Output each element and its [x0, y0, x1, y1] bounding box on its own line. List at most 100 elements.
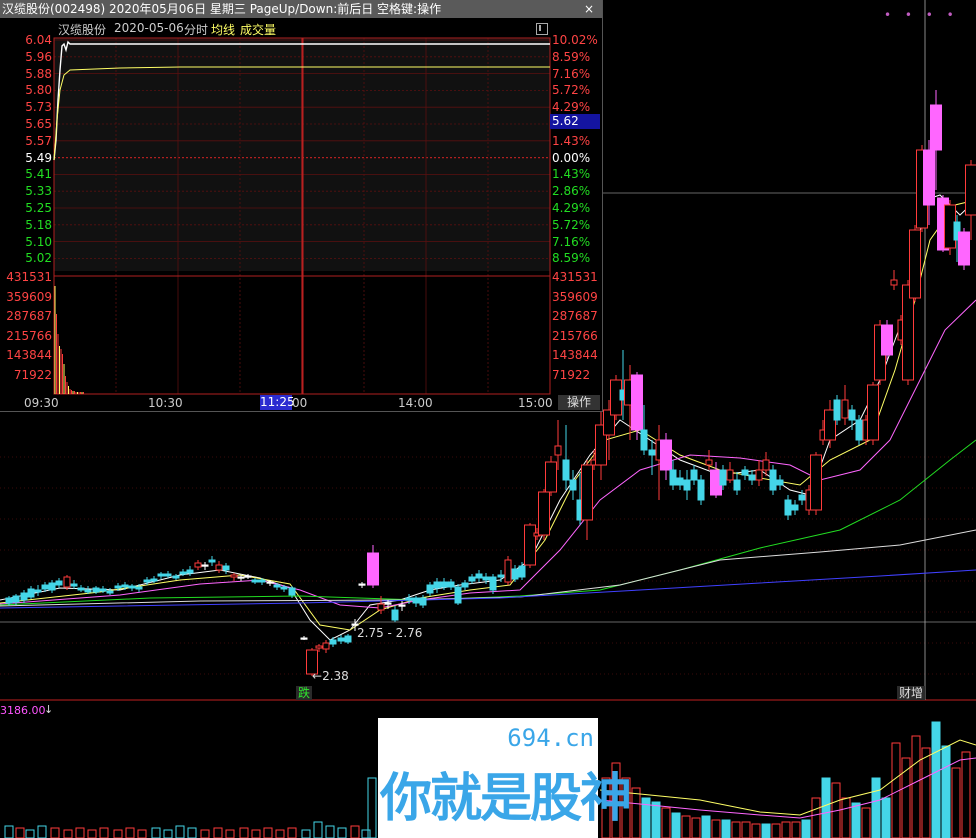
candlestick [511, 565, 519, 582]
time-label-0930: 09:30 [24, 396, 59, 410]
volume-bar [63, 829, 73, 838]
candlestick [683, 470, 691, 500]
volume-axis-label: 287687 [6, 309, 52, 324]
watermark: 694.cn 你就是股神 [378, 718, 632, 838]
candlestick [833, 395, 841, 425]
volume-bar [325, 825, 335, 838]
percent-axis-label: 5.72% [552, 83, 591, 98]
volume-bar [871, 777, 881, 838]
candlestick [329, 637, 337, 647]
candlestick [27, 586, 35, 599]
candlestick [391, 606, 399, 622]
candlestick [215, 561, 223, 573]
event-tag-right[interactable]: 财增 [897, 686, 926, 700]
candlestick [810, 452, 822, 515]
price-axis-label: 5.57 [25, 133, 52, 148]
volume-bar [661, 807, 671, 838]
stock-name: 汉缆股份 [58, 23, 107, 37]
candlestick [791, 500, 799, 515]
price-axis-label: 5.96 [25, 49, 52, 64]
candlestick [208, 556, 216, 566]
ma60-line [0, 529, 976, 607]
candlestick [569, 470, 577, 500]
chart-mode: 分时 [184, 23, 209, 37]
percent-axis-label: 8.59% [552, 251, 591, 266]
percent-axis-label: 7.16% [552, 66, 591, 81]
candlestick [251, 578, 259, 584]
intraday-popup[interactable]: 汉缆股份(002498) 2020年05月06日 星期三 PageUp/Down… [0, 0, 603, 412]
candlestick [426, 582, 434, 596]
volume-bar [701, 815, 711, 838]
volume-down-arrow-icon[interactable]: ↓ [44, 703, 53, 716]
intraday-chart [53, 37, 551, 395]
candlestick [55, 578, 63, 588]
candlestick [690, 465, 698, 485]
event-tag-left[interactable]: 跌 [296, 686, 313, 700]
volume-bar [881, 797, 891, 838]
volume-bar [15, 827, 25, 838]
candlestick [784, 495, 792, 520]
range-annotation: 2.75 - 2.76 [357, 626, 423, 640]
candlestick [581, 460, 593, 540]
volume-bar [175, 825, 185, 838]
candlestick [230, 573, 238, 581]
volume-axis-label: 71922 [13, 368, 52, 382]
volume-axis-label: 143844 [6, 348, 52, 363]
candlestick [475, 570, 483, 582]
candlestick [222, 563, 230, 574]
price-axis-label: 5.02 [25, 251, 52, 266]
candlestick [524, 523, 536, 568]
time-label-1030: 10:30 [148, 396, 183, 410]
percent-axis-label: 7.16% [552, 234, 591, 249]
volume-bar [931, 721, 941, 838]
candlestick [128, 584, 136, 591]
candlestick [367, 545, 379, 588]
volume-bar [711, 819, 721, 838]
volume-bar [811, 797, 821, 838]
volume-bar [37, 825, 47, 838]
percent-axis-label: 4.29% [552, 100, 591, 115]
volume-bar [50, 827, 60, 838]
candlestick [344, 634, 352, 644]
volume-bar [731, 821, 741, 838]
percent-axis-label: 1.43% [552, 167, 591, 182]
volume-bar [239, 827, 249, 838]
candlestick [201, 562, 209, 570]
candlestick [172, 574, 180, 580]
low-price-annotation: ←2.38 [312, 669, 349, 683]
volume-bar [251, 829, 261, 838]
volume-bar [75, 827, 85, 838]
volume-bar [25, 829, 35, 838]
percent-axis-label: 4.29% [552, 201, 591, 215]
panel-toggle-icon[interactable] [536, 23, 548, 35]
candlestick [726, 462, 734, 483]
candlestick [106, 588, 114, 595]
candlestick [164, 571, 172, 578]
current-price-box: 5.62 [550, 114, 600, 129]
volume-bar [771, 823, 781, 838]
avg-line-label: 均线 [211, 23, 236, 37]
volume-bar [275, 829, 285, 838]
operate-button[interactable]: 操作 [558, 395, 600, 410]
percent-axis-label: 0.00% [552, 150, 591, 165]
candlestick [755, 460, 763, 486]
volume-bar [951, 767, 961, 838]
candlestick [890, 270, 898, 290]
low-price-value: 2.38 [322, 669, 349, 683]
chart-date: 2020-05-06 [114, 21, 184, 35]
volume-bar [761, 823, 771, 838]
volume-bar [961, 751, 971, 838]
volume-axis-label: 287687 [552, 309, 598, 324]
volume-axis-label: 215766 [552, 328, 598, 343]
volume-bar [631, 787, 641, 838]
candlestick [461, 580, 469, 590]
candlestick [157, 572, 165, 579]
percent-axis-label: 1.43% [552, 133, 591, 148]
volume-bar [350, 825, 360, 838]
percent-axis-label: 2.86% [552, 184, 591, 199]
percent-axis-label: 5.72% [552, 217, 591, 232]
volume-axis-label: 431531 [6, 270, 52, 284]
volume-bar [200, 829, 210, 838]
volume-bar [137, 829, 147, 838]
volume-bar [781, 821, 791, 838]
